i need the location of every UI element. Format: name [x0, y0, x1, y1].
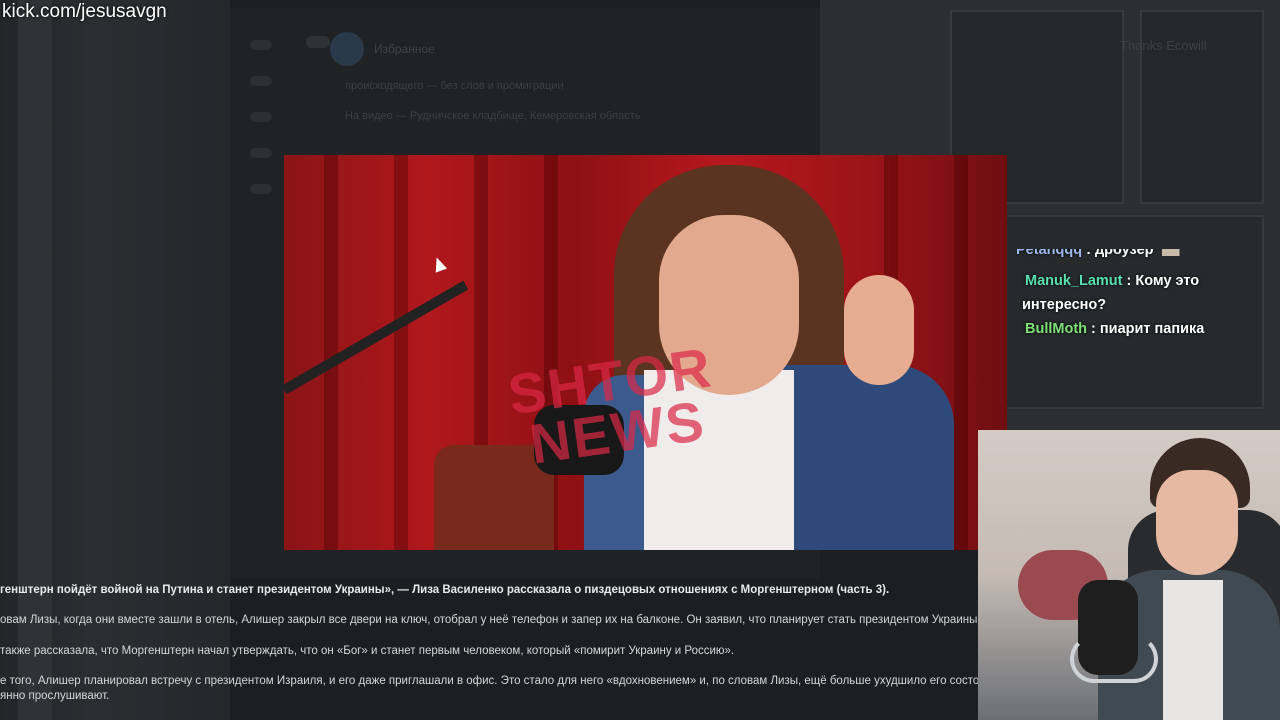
- background-message-line: происходящего — без слов и промиграции: [345, 80, 564, 92]
- background-left-panel: [0, 0, 230, 720]
- article-paragraph: овам Лизы, когда они вместе зашли в отел…: [0, 614, 987, 626]
- chat-text: интересно?: [1022, 297, 1107, 313]
- chat-text: : пиарит папика: [1091, 321, 1205, 337]
- stream-url-overlay: kick.com/jesusavgn: [2, 1, 167, 22]
- streamer-shirt: [1163, 580, 1223, 720]
- person-hand: [844, 275, 914, 385]
- article-paragraph: е того, Алишер планировал встречу с през…: [0, 675, 992, 687]
- background-sidebar-icons: [250, 40, 280, 220]
- video-player[interactable]: SHTOR NEWS: [284, 155, 1007, 550]
- streamer-webcam: [978, 430, 1280, 720]
- article-title: генштерн пойдёт войной на Путина и стане…: [0, 584, 890, 596]
- background-message-line: На видео — Рудничское кладбище, Кемеровс…: [345, 110, 641, 122]
- mic-arm: [284, 280, 469, 395]
- avatar: [330, 32, 364, 66]
- chat-message: BullMoth : пиарит папика: [1016, 321, 1204, 337]
- curtain-fold: [324, 155, 338, 550]
- background-corner-text: Тhanks Ecowill: [1120, 38, 1207, 53]
- background-pillar: [18, 0, 52, 720]
- chat-username: BullMoth: [1025, 321, 1088, 337]
- article-paragraph: также рассказала, что Моргенштерн начал …: [0, 645, 735, 657]
- background-chat-title: Избранное: [374, 42, 435, 56]
- curtain-fold: [394, 155, 408, 550]
- article-paragraph: янно прослушивают.: [0, 690, 110, 702]
- background-badge: [306, 36, 330, 48]
- background-pillar: [130, 0, 164, 720]
- chat-message: Manuk_Lamut : Кому это интересно?: [1016, 269, 1199, 317]
- chat-username: Manuk_Lamut: [1025, 273, 1123, 289]
- mic-shock-mount: [1070, 635, 1158, 683]
- chat-text: : Кому это: [1126, 273, 1200, 289]
- background-chat-header: Избранное: [330, 32, 435, 66]
- curtain-fold: [954, 155, 968, 550]
- streamer-face: [1156, 470, 1238, 575]
